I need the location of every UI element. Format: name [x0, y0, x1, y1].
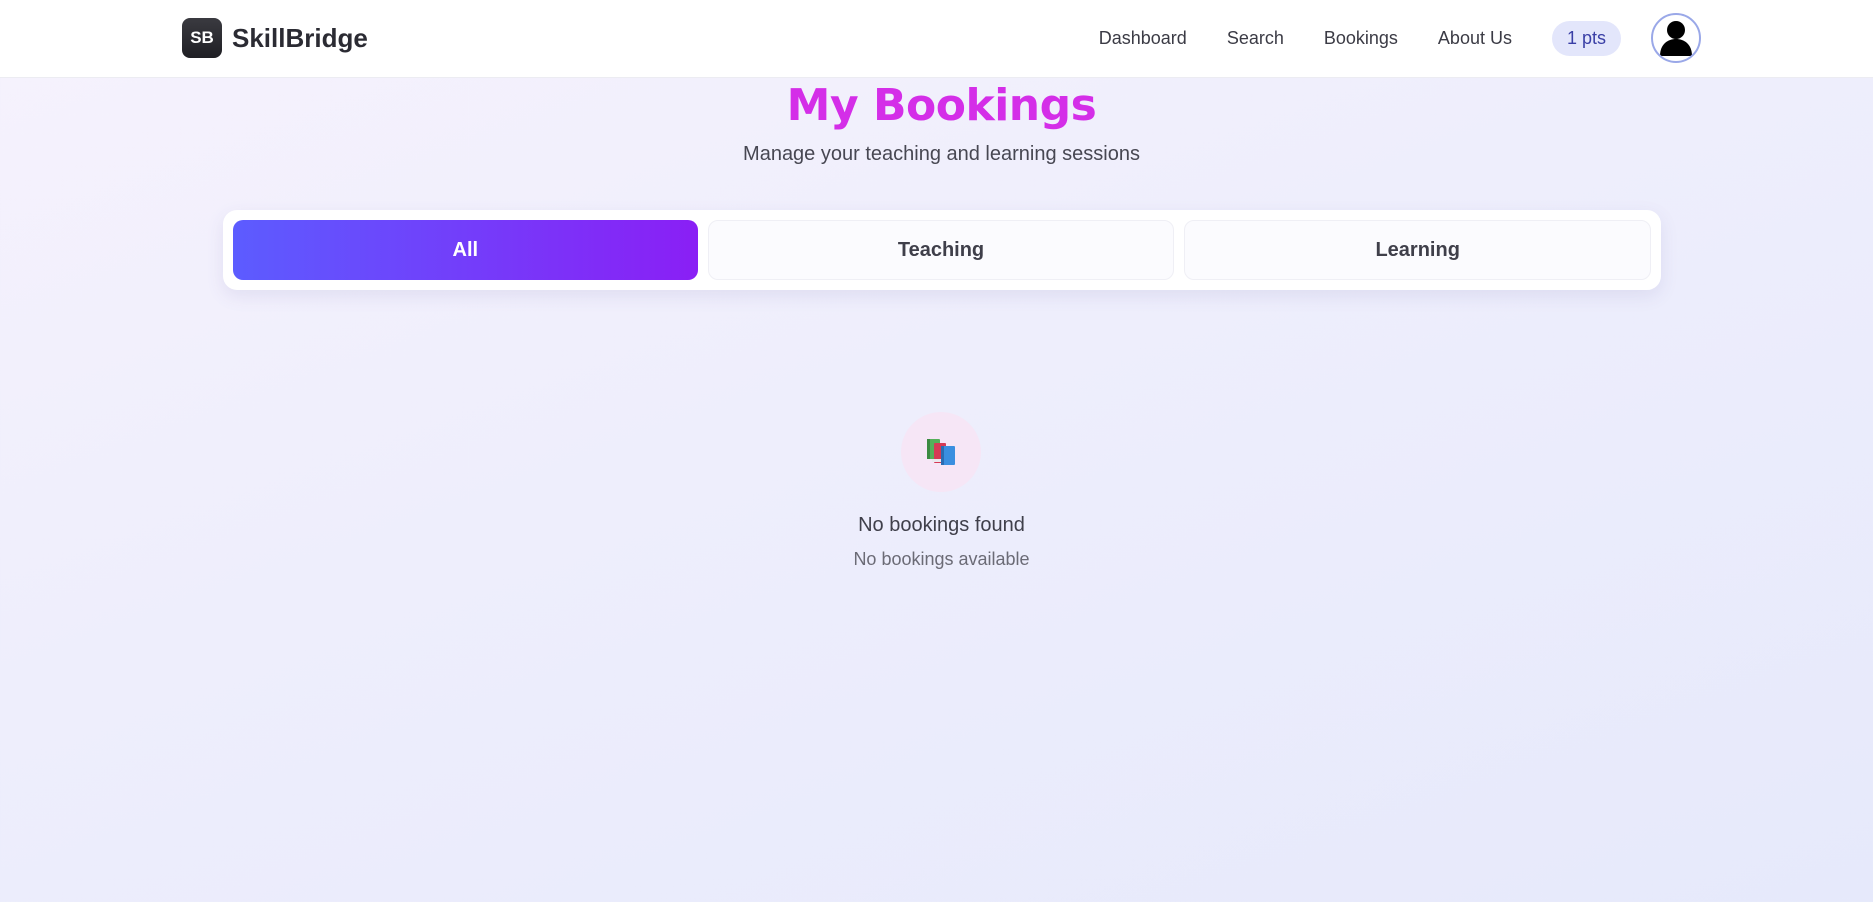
page-title: My Bookings — [786, 80, 1097, 131]
points-badge: 1 pts — [1551, 20, 1621, 56]
books-icon — [901, 412, 981, 492]
empty-state-subtitle: No bookings available — [853, 549, 1030, 569]
tab-learning[interactable]: Learning — [1184, 220, 1652, 280]
brand[interactable]: SB SkillBridge — [182, 18, 368, 58]
brand-name: SkillBridge — [232, 22, 368, 53]
nav-search[interactable]: Search — [1227, 28, 1284, 49]
top-navbar: SB SkillBridge Dashboard Search Bookings… — [0, 0, 1873, 78]
empty-state-title: No bookings found — [858, 514, 1025, 536]
tab-all[interactable]: All — [233, 220, 698, 280]
tab-teaching[interactable]: Teaching — [707, 220, 1175, 280]
logo-icon: SB — [182, 18, 222, 58]
nav-bookings[interactable]: Bookings — [1324, 28, 1398, 49]
nav-dashboard[interactable]: Dashboard — [1099, 28, 1187, 49]
booking-tabs: All Teaching Learning — [223, 210, 1661, 290]
main-nav: Dashboard Search Bookings About Us 1 pts — [1099, 13, 1701, 63]
user-avatar-icon[interactable] — [1651, 13, 1701, 63]
nav-about-us[interactable]: About Us — [1438, 28, 1512, 49]
page-subtitle: Manage your teaching and learning sessio… — [743, 143, 1140, 165]
